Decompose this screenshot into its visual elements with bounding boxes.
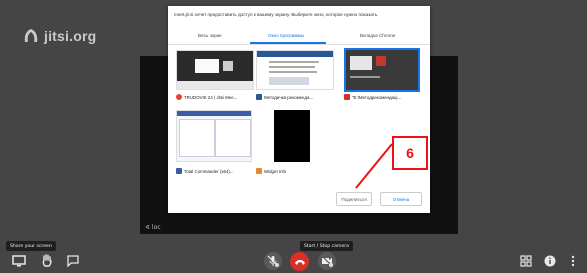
- camera-button[interactable]: [318, 252, 336, 270]
- camera-muted-icon: [321, 255, 333, 267]
- screen-share-icon: [12, 255, 26, 267]
- more-options-button[interactable]: [566, 253, 580, 269]
- hangup-icon: [294, 259, 305, 265]
- hangup-button[interactable]: [290, 252, 309, 271]
- chat-button[interactable]: [64, 253, 82, 269]
- bottom-toolbar: [0, 250, 587, 273]
- share-screen-button[interactable]: [10, 253, 28, 269]
- annotation-number: 6: [392, 136, 428, 170]
- raise-hand-button[interactable]: [38, 253, 56, 269]
- microphone-muted-icon: [267, 255, 279, 267]
- chat-icon: [67, 255, 79, 267]
- annotation-arrow: [355, 143, 393, 189]
- info-icon: [544, 255, 556, 267]
- info-button[interactable]: [542, 253, 558, 269]
- microphone-button[interactable]: [264, 252, 282, 270]
- tile-view-button[interactable]: [518, 253, 534, 269]
- more-icon: [571, 255, 575, 267]
- tile-view-icon: [520, 255, 532, 267]
- raise-hand-icon: [42, 254, 52, 267]
